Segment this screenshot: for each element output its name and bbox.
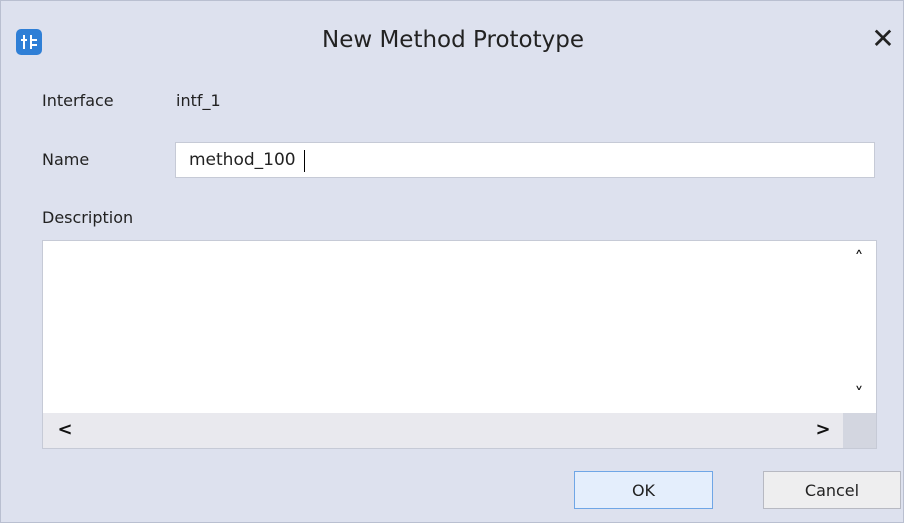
description-textarea[interactable]: [43, 241, 847, 417]
description-box: ˄ ˅ < >: [42, 240, 877, 449]
vertical-scrollbar[interactable]: ˄ ˅: [843, 241, 876, 413]
interface-label: Interface: [42, 91, 114, 110]
scroll-right-icon[interactable]: >: [813, 420, 833, 440]
text-caret: [304, 150, 305, 172]
close-icon[interactable]: ✕: [865, 21, 901, 57]
ok-button[interactable]: OK: [574, 471, 713, 509]
cancel-button[interactable]: Cancel: [763, 471, 901, 509]
scroll-left-icon[interactable]: <: [55, 420, 75, 440]
horizontal-scrollbar[interactable]: < >: [43, 413, 843, 448]
name-input[interactable]: [175, 142, 875, 178]
scroll-down-icon[interactable]: ˅: [849, 385, 869, 405]
title-bar: New Method Prototype ✕: [1, 1, 904, 81]
dialog-title: New Method Prototype: [321, 27, 584, 53]
description-label: Description: [42, 208, 134, 227]
name-label: Name: [42, 150, 90, 169]
scroll-up-icon[interactable]: ˄: [849, 249, 869, 269]
new-method-prototype-dialog: New Method Prototype ✕ Interface intf_1 …: [0, 0, 904, 523]
scrollbar-corner: [843, 413, 876, 448]
interface-value: intf_1: [176, 91, 221, 110]
